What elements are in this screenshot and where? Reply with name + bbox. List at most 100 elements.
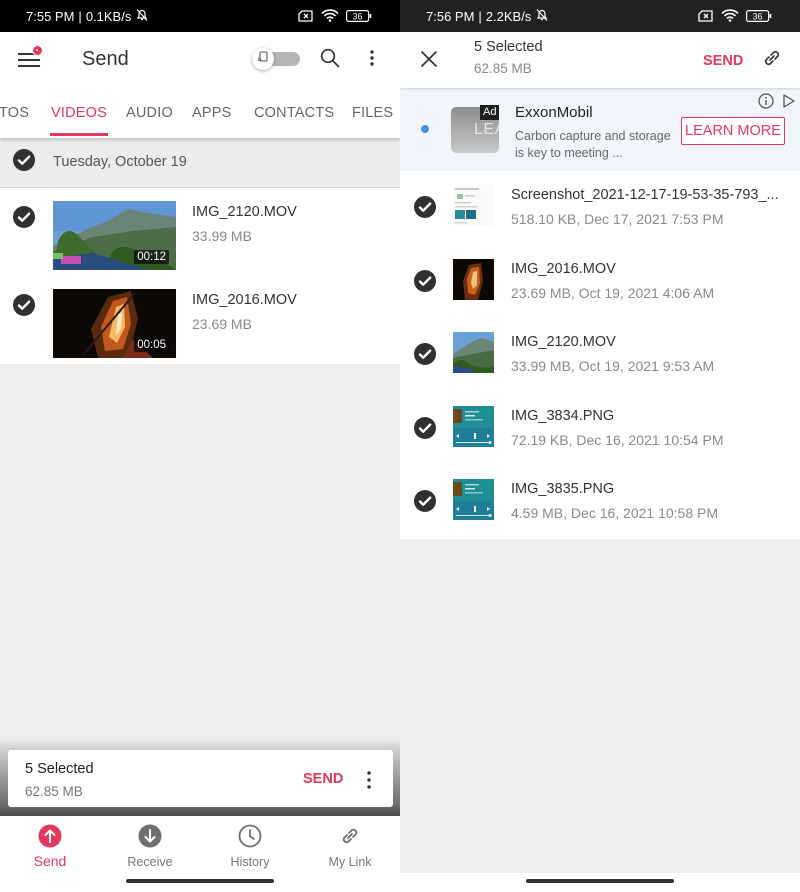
tab-videos[interactable]: VIDEOS (50, 88, 108, 138)
link-icon (760, 46, 784, 75)
file-name: Screenshot_2021-12-17-19-53-35-793_... (511, 187, 779, 203)
selection-card[interactable]: 5 Selected 62.85 MB SEND (8, 750, 393, 807)
video-thumbnail: 00:05 (53, 289, 176, 358)
file-item[interactable]: Screenshot_2021-12-17-19-53-35-793_... 5… (400, 171, 800, 245)
nav-label: Receive (127, 855, 173, 869)
ad-banner[interactable]: LEA Ad ExxonMobil Carbon capture and sto… (400, 88, 800, 171)
ad-indicator-dot (421, 125, 429, 133)
learn-more-button[interactable]: LEARN MORE (681, 117, 785, 145)
status-time: 7:56 PM (426, 8, 475, 24)
more-vertical-icon (370, 49, 374, 71)
video-size: 33.99 MB (192, 228, 252, 244)
video-list: 00:12 IMG_2120.MOV 33.99 MB 00:05 IMG_20… (0, 188, 400, 364)
link-icon (338, 824, 362, 848)
home-indicator[interactable] (126, 879, 274, 883)
menu-button[interactable] (18, 45, 43, 69)
network-speed: 0.1KB/s (85, 8, 132, 24)
nav-receive[interactable]: Receive (100, 824, 200, 869)
checkbox-checked[interactable] (414, 417, 436, 439)
bottom-navigation: Send Receive History My Link (0, 816, 400, 892)
tab-audio[interactable]: AUDIO (126, 88, 173, 138)
file-thumbnail (453, 259, 494, 300)
bell-off-icon (135, 8, 149, 25)
nav-my-link[interactable]: My Link (300, 824, 400, 869)
download-circle-icon (138, 824, 162, 848)
checkbox-checked[interactable] (414, 270, 436, 292)
checkbox-checked[interactable] (13, 294, 35, 316)
video-duration: 00:12 (134, 250, 169, 264)
cast-toggle[interactable] (252, 48, 300, 70)
nav-label: My Link (328, 855, 372, 869)
tab-contacts[interactable]: CONTACTS (254, 88, 334, 138)
selected-files-screen: 7:56 PM | 2.2KB/s 36 5 Selected 62.85 MB… (400, 0, 800, 892)
tab-apps[interactable]: APPS (192, 88, 232, 138)
battery-icon: 36 (346, 9, 372, 25)
file-meta: 33.99 MB, Oct 19, 2021 9:53 AM (511, 358, 715, 374)
checkbox-checked[interactable] (13, 206, 35, 228)
tab-files[interactable]: FILES (352, 88, 393, 138)
status-time: 7:55 PM (26, 8, 75, 24)
date-group-header: Tuesday, October 19 (0, 138, 400, 188)
nav-send[interactable]: Send (0, 824, 100, 869)
video-item[interactable]: 00:12 IMG_2120.MOV 33.99 MB (0, 188, 400, 274)
nav-label: History (230, 855, 270, 869)
send-screen: 7:55 PM | 0.1KB/s 36 Send TOS VIDEOS AUD… (0, 0, 400, 892)
nav-label: Send (33, 853, 67, 869)
selection-more-button[interactable] (364, 770, 374, 790)
file-item[interactable]: IMG_2120.MOV 33.99 MB, Oct 19, 2021 9:53… (400, 318, 800, 392)
home-indicator[interactable] (526, 879, 674, 883)
gesture-bar-area (400, 873, 800, 892)
file-item[interactable]: IMG_2016.MOV 23.69 MB, Oct 19, 2021 4:06… (400, 245, 800, 319)
clock-icon (238, 824, 262, 848)
share-link-button[interactable] (760, 48, 784, 72)
file-thumbnail (453, 332, 494, 373)
video-size: 23.69 MB (192, 316, 252, 332)
sim-off-icon (698, 9, 714, 25)
more-options-button[interactable] (362, 48, 382, 72)
cast-icon (257, 50, 269, 68)
wifi-icon (321, 9, 339, 25)
network-speed: 2.2KB/s (485, 8, 532, 24)
more-vertical-icon (367, 771, 371, 789)
file-meta: 518.10 KB, Dec 17, 2021 7:53 PM (511, 211, 724, 227)
ad-title: ExxonMobil (515, 104, 593, 121)
wifi-icon (721, 9, 739, 25)
sim-off-icon (298, 9, 314, 25)
select-all-checkbox[interactable] (13, 149, 35, 171)
send-button[interactable]: SEND (303, 771, 343, 787)
ad-info-icon[interactable] (758, 93, 774, 114)
file-name: IMG_2016.MOV (511, 261, 616, 277)
file-item[interactable]: IMG_3835.PNG 4.59 MB, Dec 16, 2021 10:58… (400, 465, 800, 539)
file-thumbnail (453, 406, 494, 447)
battery-icon: 36 (746, 9, 772, 25)
selected-size: 62.85 MB (25, 784, 83, 799)
search-icon (320, 48, 340, 73)
checkbox-checked[interactable] (414, 196, 436, 218)
file-thumbnail (453, 185, 494, 226)
file-item[interactable]: IMG_3834.PNG 72.19 KB, Dec 16, 2021 10:5… (400, 392, 800, 466)
selected-count: 5 Selected (474, 39, 543, 55)
checkbox-checked[interactable] (414, 343, 436, 365)
selection-sheet: 5 Selected 62.85 MB SEND (0, 740, 400, 816)
send-button[interactable]: SEND (703, 53, 743, 69)
video-name: IMG_2016.MOV (192, 292, 297, 308)
video-thumbnail: 00:12 (53, 201, 176, 270)
close-icon (421, 50, 437, 72)
file-thumbnail (453, 479, 494, 520)
notification-badge (32, 45, 43, 56)
battery-level: 36 (752, 11, 762, 21)
nav-history[interactable]: History (200, 824, 300, 869)
tab-photos[interactable]: TOS (0, 88, 29, 138)
file-name: IMG_3834.PNG (511, 408, 615, 424)
close-button[interactable] (418, 50, 440, 72)
ad-choices-icon[interactable] (782, 93, 796, 114)
search-button[interactable] (318, 48, 342, 72)
selected-count: 5 Selected (25, 761, 94, 777)
status-bar: 7:55 PM | 0.1KB/s 36 (0, 0, 400, 32)
selection-toolbar: 5 Selected 62.85 MB SEND (400, 32, 800, 88)
checkbox-checked[interactable] (414, 490, 436, 512)
file-name: IMG_3835.PNG (511, 481, 615, 497)
video-item[interactable]: 00:05 IMG_2016.MOV 23.69 MB (0, 276, 400, 362)
file-meta: 72.19 KB, Dec 16, 2021 10:54 PM (511, 432, 724, 448)
file-name: IMG_2120.MOV (511, 334, 616, 350)
